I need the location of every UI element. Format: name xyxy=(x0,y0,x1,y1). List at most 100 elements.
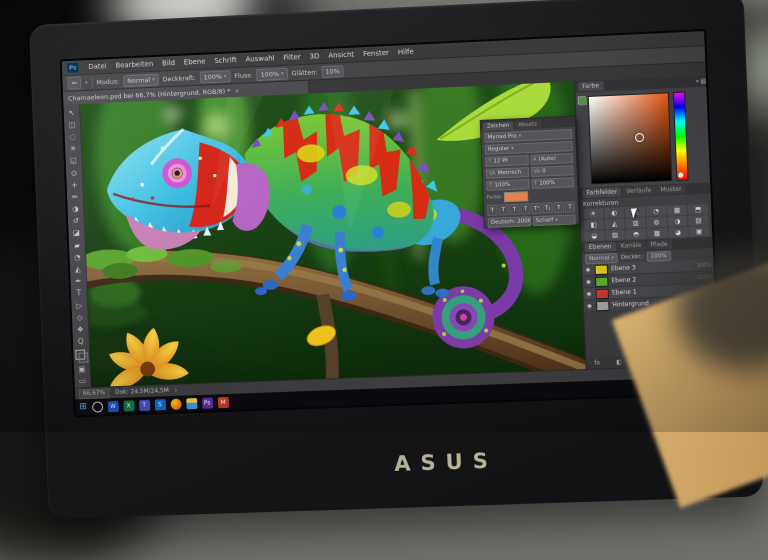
menu-bearbeiten[interactable]: Bearbeiten xyxy=(115,60,153,70)
tab-farbe[interactable]: Farbe xyxy=(578,81,604,92)
panel-collapse-icon[interactable]: » xyxy=(695,78,699,85)
pen-tool[interactable]: ✒ xyxy=(72,275,85,288)
healing-brush-tool[interactable]: + xyxy=(68,178,81,191)
gradient-map-adjustment-icon[interactable]: ◓ xyxy=(625,228,647,240)
lookup-adjustment-icon[interactable]: ◑ xyxy=(667,215,688,227)
quick-mask-button[interactable]: ▣ xyxy=(75,363,88,376)
menu-filter[interactable]: Filter xyxy=(283,53,301,62)
vertical-scale-field[interactable]: T 100% xyxy=(486,179,530,191)
dodge-tool[interactable]: ◭ xyxy=(71,263,84,276)
start-button[interactable]: ⊞ xyxy=(79,402,87,412)
visibility-eye-icon[interactable]: ◉ xyxy=(584,267,591,273)
channel-mixer-adjustment-icon[interactable]: ◍ xyxy=(646,216,667,228)
posterize-adjustment-icon[interactable]: ◒ xyxy=(584,230,605,242)
gradient-tool[interactable]: ▰ xyxy=(70,239,83,252)
taskbar-app-explorer[interactable] xyxy=(185,397,198,409)
menu-ansicht[interactable]: Ansicht xyxy=(328,51,354,60)
exposure-adjustment-icon[interactable]: ◔ xyxy=(645,205,667,217)
visibility-eye-icon[interactable]: ◉ xyxy=(585,291,592,297)
eraser-tool[interactable]: ◪ xyxy=(70,227,83,240)
tab-kanaele[interactable]: Kanäle xyxy=(616,240,646,251)
selective-color-adjustment-icon[interactable]: ▩ xyxy=(646,227,668,239)
layers-opacity-dropdown[interactable]: 100% xyxy=(646,250,671,262)
eyedropper-tool[interactable]: ⊙ xyxy=(67,166,80,179)
history-brush-tool[interactable]: ↺ xyxy=(69,215,82,228)
superscript-button[interactable]: T¹ xyxy=(531,202,542,215)
anti-alias-select[interactable]: Scharf ▾ xyxy=(532,214,576,227)
tab-pfade[interactable]: Pfade xyxy=(646,239,672,250)
background-color-swatch[interactable] xyxy=(77,352,89,364)
opacity-dropdown[interactable]: 100% ▾ xyxy=(199,69,231,84)
subscript-button[interactable]: T₁ xyxy=(542,202,553,214)
layer-thumbnail[interactable] xyxy=(594,263,609,275)
layer-thumbnail[interactable] xyxy=(595,300,610,311)
faux-italic-button[interactable]: T xyxy=(498,204,509,216)
hand-tool[interactable]: ❖ xyxy=(74,323,87,336)
language-select[interactable]: Deutsch: 2006 xyxy=(487,216,531,229)
visibility-eye-icon[interactable]: ◉ xyxy=(586,303,593,309)
blend-mode-dropdown[interactable]: Normal ▾ xyxy=(584,252,619,264)
layer-thumbnail[interactable] xyxy=(595,288,609,299)
magic-wand-tool[interactable]: ✳ xyxy=(66,142,79,155)
faux-bold-button[interactable]: T xyxy=(487,204,498,217)
screen-mode-button[interactable]: ▭ xyxy=(76,375,89,388)
status-caret-icon[interactable]: › xyxy=(175,387,178,394)
vibrance-adjustment-icon[interactable]: ▦ xyxy=(666,204,688,216)
hue-slider[interactable] xyxy=(672,91,689,181)
zoom-tool[interactable]: Q xyxy=(74,335,87,348)
taskbar-app-word[interactable]: W xyxy=(107,400,119,412)
panel-grid-icon[interactable]: ▤ xyxy=(700,78,706,85)
taskbar-app-firefox[interactable] xyxy=(170,398,182,410)
taskbar-app-photoshop[interactable]: Ps xyxy=(201,397,213,409)
small-caps-button[interactable]: T xyxy=(520,203,531,215)
photo-filter-adjustment-icon[interactable]: ▥ xyxy=(625,217,646,229)
brightness-adjustment-icon[interactable]: ☀ xyxy=(583,208,604,220)
tab-ebenen[interactable]: Ebenen xyxy=(584,241,616,253)
menu-datei[interactable]: Datei xyxy=(88,62,107,71)
blur-tool[interactable]: ◔ xyxy=(71,251,84,264)
move-tool[interactable]: ↖ xyxy=(65,106,78,119)
leading-field[interactable]: A (Auto) xyxy=(529,153,574,165)
invert-adjustment-icon[interactable]: ▧ xyxy=(688,214,709,226)
foreground-background-swatches[interactable] xyxy=(74,349,89,364)
font-size-field[interactable]: T 12 Pt xyxy=(485,155,529,167)
taskbar-app-store[interactable]: S xyxy=(154,398,166,411)
taskbar-app-excel[interactable]: X xyxy=(122,399,135,412)
underline-button[interactable]: T xyxy=(553,201,565,214)
tab-absatz[interactable]: Absatz xyxy=(514,120,542,130)
brush-tool[interactable]: ✏ xyxy=(68,191,81,204)
color-balance-adjustment-icon[interactable]: ◧ xyxy=(583,219,604,231)
taskbar-app-teams[interactable]: T xyxy=(138,399,150,411)
strikethrough-button[interactable]: T xyxy=(564,201,576,213)
layer-fx-button[interactable]: fx xyxy=(594,359,600,366)
saturation-brightness-field[interactable] xyxy=(587,92,673,185)
tab-farbfelder[interactable]: Farbfelder xyxy=(582,187,622,198)
adjustment-icon[interactable]: ◕ xyxy=(667,226,689,238)
color-cursor-icon[interactable] xyxy=(634,132,645,143)
smoothing-dropdown[interactable]: 10% xyxy=(321,64,345,78)
taskbar-app-mail[interactable]: M xyxy=(217,396,229,408)
bw-adjustment-icon[interactable]: ◭ xyxy=(604,218,625,230)
active-tool-icon[interactable]: ✏ xyxy=(67,76,82,90)
flow-dropdown[interactable]: 100% ▾ xyxy=(256,67,288,81)
crop-tool[interactable]: ◱ xyxy=(67,154,80,167)
all-caps-button[interactable]: T xyxy=(509,203,520,216)
tool-preset-caret-icon[interactable]: ▾ xyxy=(85,79,88,85)
menu-ebene[interactable]: Ebene xyxy=(184,58,206,67)
horizontal-scale-field[interactable]: T 100% xyxy=(530,177,575,190)
hue-adjustment-icon[interactable]: ⬒ xyxy=(687,203,709,215)
text-color-swatch[interactable] xyxy=(504,191,529,203)
zoom-level-field[interactable]: 66,67% xyxy=(78,387,110,399)
mini-foreground-background-swatch[interactable] xyxy=(577,96,588,106)
threshold-adjustment-icon[interactable]: ▨ xyxy=(604,229,626,241)
kerning-field[interactable]: VA Metrisch xyxy=(485,167,529,179)
layer-thumbnail[interactable] xyxy=(594,276,609,287)
visibility-eye-icon[interactable]: ◉ xyxy=(585,279,592,285)
search-icon[interactable] xyxy=(91,400,103,413)
menu-bild[interactable]: Bild xyxy=(162,59,175,68)
tracking-field[interactable]: VA 0 xyxy=(530,165,574,178)
path-select-tool[interactable]: ▷ xyxy=(73,299,86,312)
lasso-tool[interactable]: ◌ xyxy=(66,130,79,143)
marquee-tool[interactable]: ◫ xyxy=(65,118,78,131)
tab-verlaeufe[interactable]: Verläufe xyxy=(622,185,656,197)
